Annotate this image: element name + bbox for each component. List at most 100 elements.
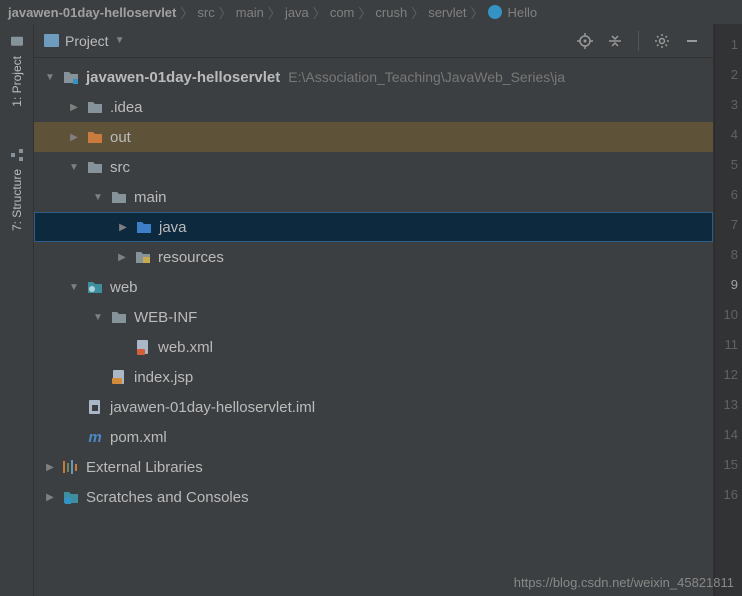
web-folder-icon	[86, 279, 104, 295]
line-number[interactable]: 7	[715, 210, 738, 240]
tree-node[interactable]: ▶ web.xml	[34, 332, 713, 362]
line-number[interactable]: 3	[715, 90, 738, 120]
expand-arrow-icon[interactable]: ▼	[90, 309, 106, 325]
line-number[interactable]: 15	[715, 450, 738, 480]
folder-icon	[110, 309, 128, 325]
class-file-icon	[488, 5, 502, 19]
tree-node[interactable]: ▼ WEB-INF	[34, 302, 713, 332]
node-label: java	[159, 219, 187, 236]
node-label: resources	[158, 249, 224, 266]
folder-icon	[110, 189, 128, 205]
chevron-right-icon: 〉	[219, 3, 232, 22]
line-number[interactable]: 5	[715, 150, 738, 180]
excluded-folder-icon	[86, 129, 104, 145]
line-number[interactable]: 11	[715, 330, 738, 360]
expand-arrow-icon[interactable]: ▶	[66, 99, 82, 115]
breadcrumb-item[interactable]: java	[285, 5, 309, 20]
line-number[interactable]: 16	[715, 480, 738, 510]
breadcrumb-item[interactable]: javawen-01day-helloservlet	[8, 5, 176, 20]
chevron-down-icon: ▼	[115, 35, 125, 46]
project-tree[interactable]: ▼ javawen-01day-helloservlet E:\Associat…	[34, 58, 713, 596]
node-label: index.jsp	[134, 369, 193, 386]
tree-node-out[interactable]: ▶ out	[34, 122, 713, 152]
project-icon	[9, 34, 25, 50]
chevron-right-icon: 〉	[268, 3, 281, 22]
expand-arrow-icon[interactable]: ▶	[42, 489, 58, 505]
node-label: web	[110, 279, 138, 296]
expand-arrow-icon[interactable]: ▼	[66, 279, 82, 295]
tree-node-root[interactable]: ▼ javawen-01day-helloservlet E:\Associat…	[34, 62, 713, 92]
settings-button[interactable]	[651, 30, 673, 52]
tree-node[interactable]: ▶ index.jsp	[34, 362, 713, 392]
expand-arrow-icon[interactable]: ▶	[114, 249, 130, 265]
sidebar-tab-label: 7: Structure	[10, 169, 24, 231]
expand-arrow-icon[interactable]: ▼	[90, 189, 106, 205]
chevron-right-icon: 〉	[358, 3, 371, 22]
line-number[interactable]: 2	[715, 60, 738, 90]
node-label: out	[110, 129, 131, 146]
line-number[interactable]: 8	[715, 240, 738, 270]
expand-arrow-icon[interactable]: ▶	[66, 129, 82, 145]
tree-node-selected[interactable]: ▶ java	[34, 212, 713, 242]
chevron-right-icon: 〉	[313, 3, 326, 22]
node-label: web.xml	[158, 339, 213, 356]
breadcrumb-item[interactable]: main	[236, 5, 264, 20]
tree-node[interactable]: ▶ m pom.xml	[34, 422, 713, 452]
node-label: WEB-INF	[134, 309, 197, 326]
tree-node-scratches[interactable]: ▶ Scratches and Consoles	[34, 482, 713, 512]
line-number[interactable]: 14	[715, 420, 738, 450]
folder-icon	[86, 99, 104, 115]
panel-view-selector[interactable]: Project ▼	[44, 33, 124, 49]
hide-button[interactable]	[681, 30, 703, 52]
collapse-all-button[interactable]	[604, 30, 626, 52]
folder-icon	[86, 159, 104, 175]
line-number[interactable]: 1	[715, 30, 738, 60]
source-folder-icon	[135, 219, 153, 235]
line-number[interactable]: 13	[715, 390, 738, 420]
line-number[interactable]: 12	[715, 360, 738, 390]
tree-node[interactable]: ▶ javawen-01day-helloservlet.iml	[34, 392, 713, 422]
xml-file-icon	[134, 339, 152, 355]
scratches-icon	[62, 489, 80, 505]
expand-arrow-icon[interactable]: ▶	[42, 459, 58, 475]
breadcrumb-item[interactable]: servlet	[428, 5, 466, 20]
line-number[interactable]: 4	[715, 120, 738, 150]
node-label: pom.xml	[110, 429, 167, 446]
expand-arrow-icon[interactable]: ▼	[66, 159, 82, 175]
sidebar-tab-structure[interactable]: 7: Structure	[5, 137, 29, 241]
sidebar-tab-project[interactable]: 1: Project	[5, 24, 29, 117]
expand-arrow-icon[interactable]: ▶	[115, 219, 131, 235]
chevron-right-icon: 〉	[180, 3, 193, 22]
node-label: main	[134, 189, 167, 206]
tree-node[interactable]: ▶ resources	[34, 242, 713, 272]
locate-button[interactable]	[574, 30, 596, 52]
node-label: src	[110, 159, 130, 176]
expand-arrow-icon[interactable]: ▼	[42, 69, 58, 85]
editor-gutter: 1 2 3 4 5 6 7 8 9 10 11 12 13 14 15 16	[714, 24, 742, 596]
node-label: javawen-01day-helloservlet	[86, 69, 280, 86]
line-number[interactable]: 10	[715, 300, 738, 330]
breadcrumb-item[interactable]: com	[330, 5, 355, 20]
project-tool-window: Project ▼ ▼	[34, 24, 714, 596]
node-label: .idea	[110, 99, 143, 116]
node-label: External Libraries	[86, 459, 203, 476]
tree-node[interactable]: ▼ src	[34, 152, 713, 182]
line-number[interactable]: 9	[715, 270, 738, 300]
tree-node[interactable]: ▶ .idea	[34, 92, 713, 122]
tool-window-stripe-left: 1: Project 7: Structure	[0, 24, 34, 596]
panel-title-label: Project	[65, 33, 109, 49]
tree-node[interactable]: ▼ main	[34, 182, 713, 212]
breadcrumb-item[interactable]: crush	[375, 5, 407, 20]
chevron-right-icon: 〉	[471, 3, 484, 22]
line-number[interactable]: 6	[715, 180, 738, 210]
tree-node[interactable]: ▼ web	[34, 272, 713, 302]
project-view-icon	[44, 34, 59, 47]
breadcrumb-file[interactable]: Hello	[508, 5, 538, 20]
breadcrumb-item[interactable]: src	[197, 5, 214, 20]
iml-file-icon	[86, 399, 104, 415]
module-folder-icon	[62, 69, 80, 85]
tree-node-external-libraries[interactable]: ▶ External Libraries	[34, 452, 713, 482]
resources-folder-icon	[134, 249, 152, 265]
watermark: https://blog.csdn.net/weixin_45821811	[514, 575, 734, 590]
jsp-file-icon	[110, 369, 128, 385]
